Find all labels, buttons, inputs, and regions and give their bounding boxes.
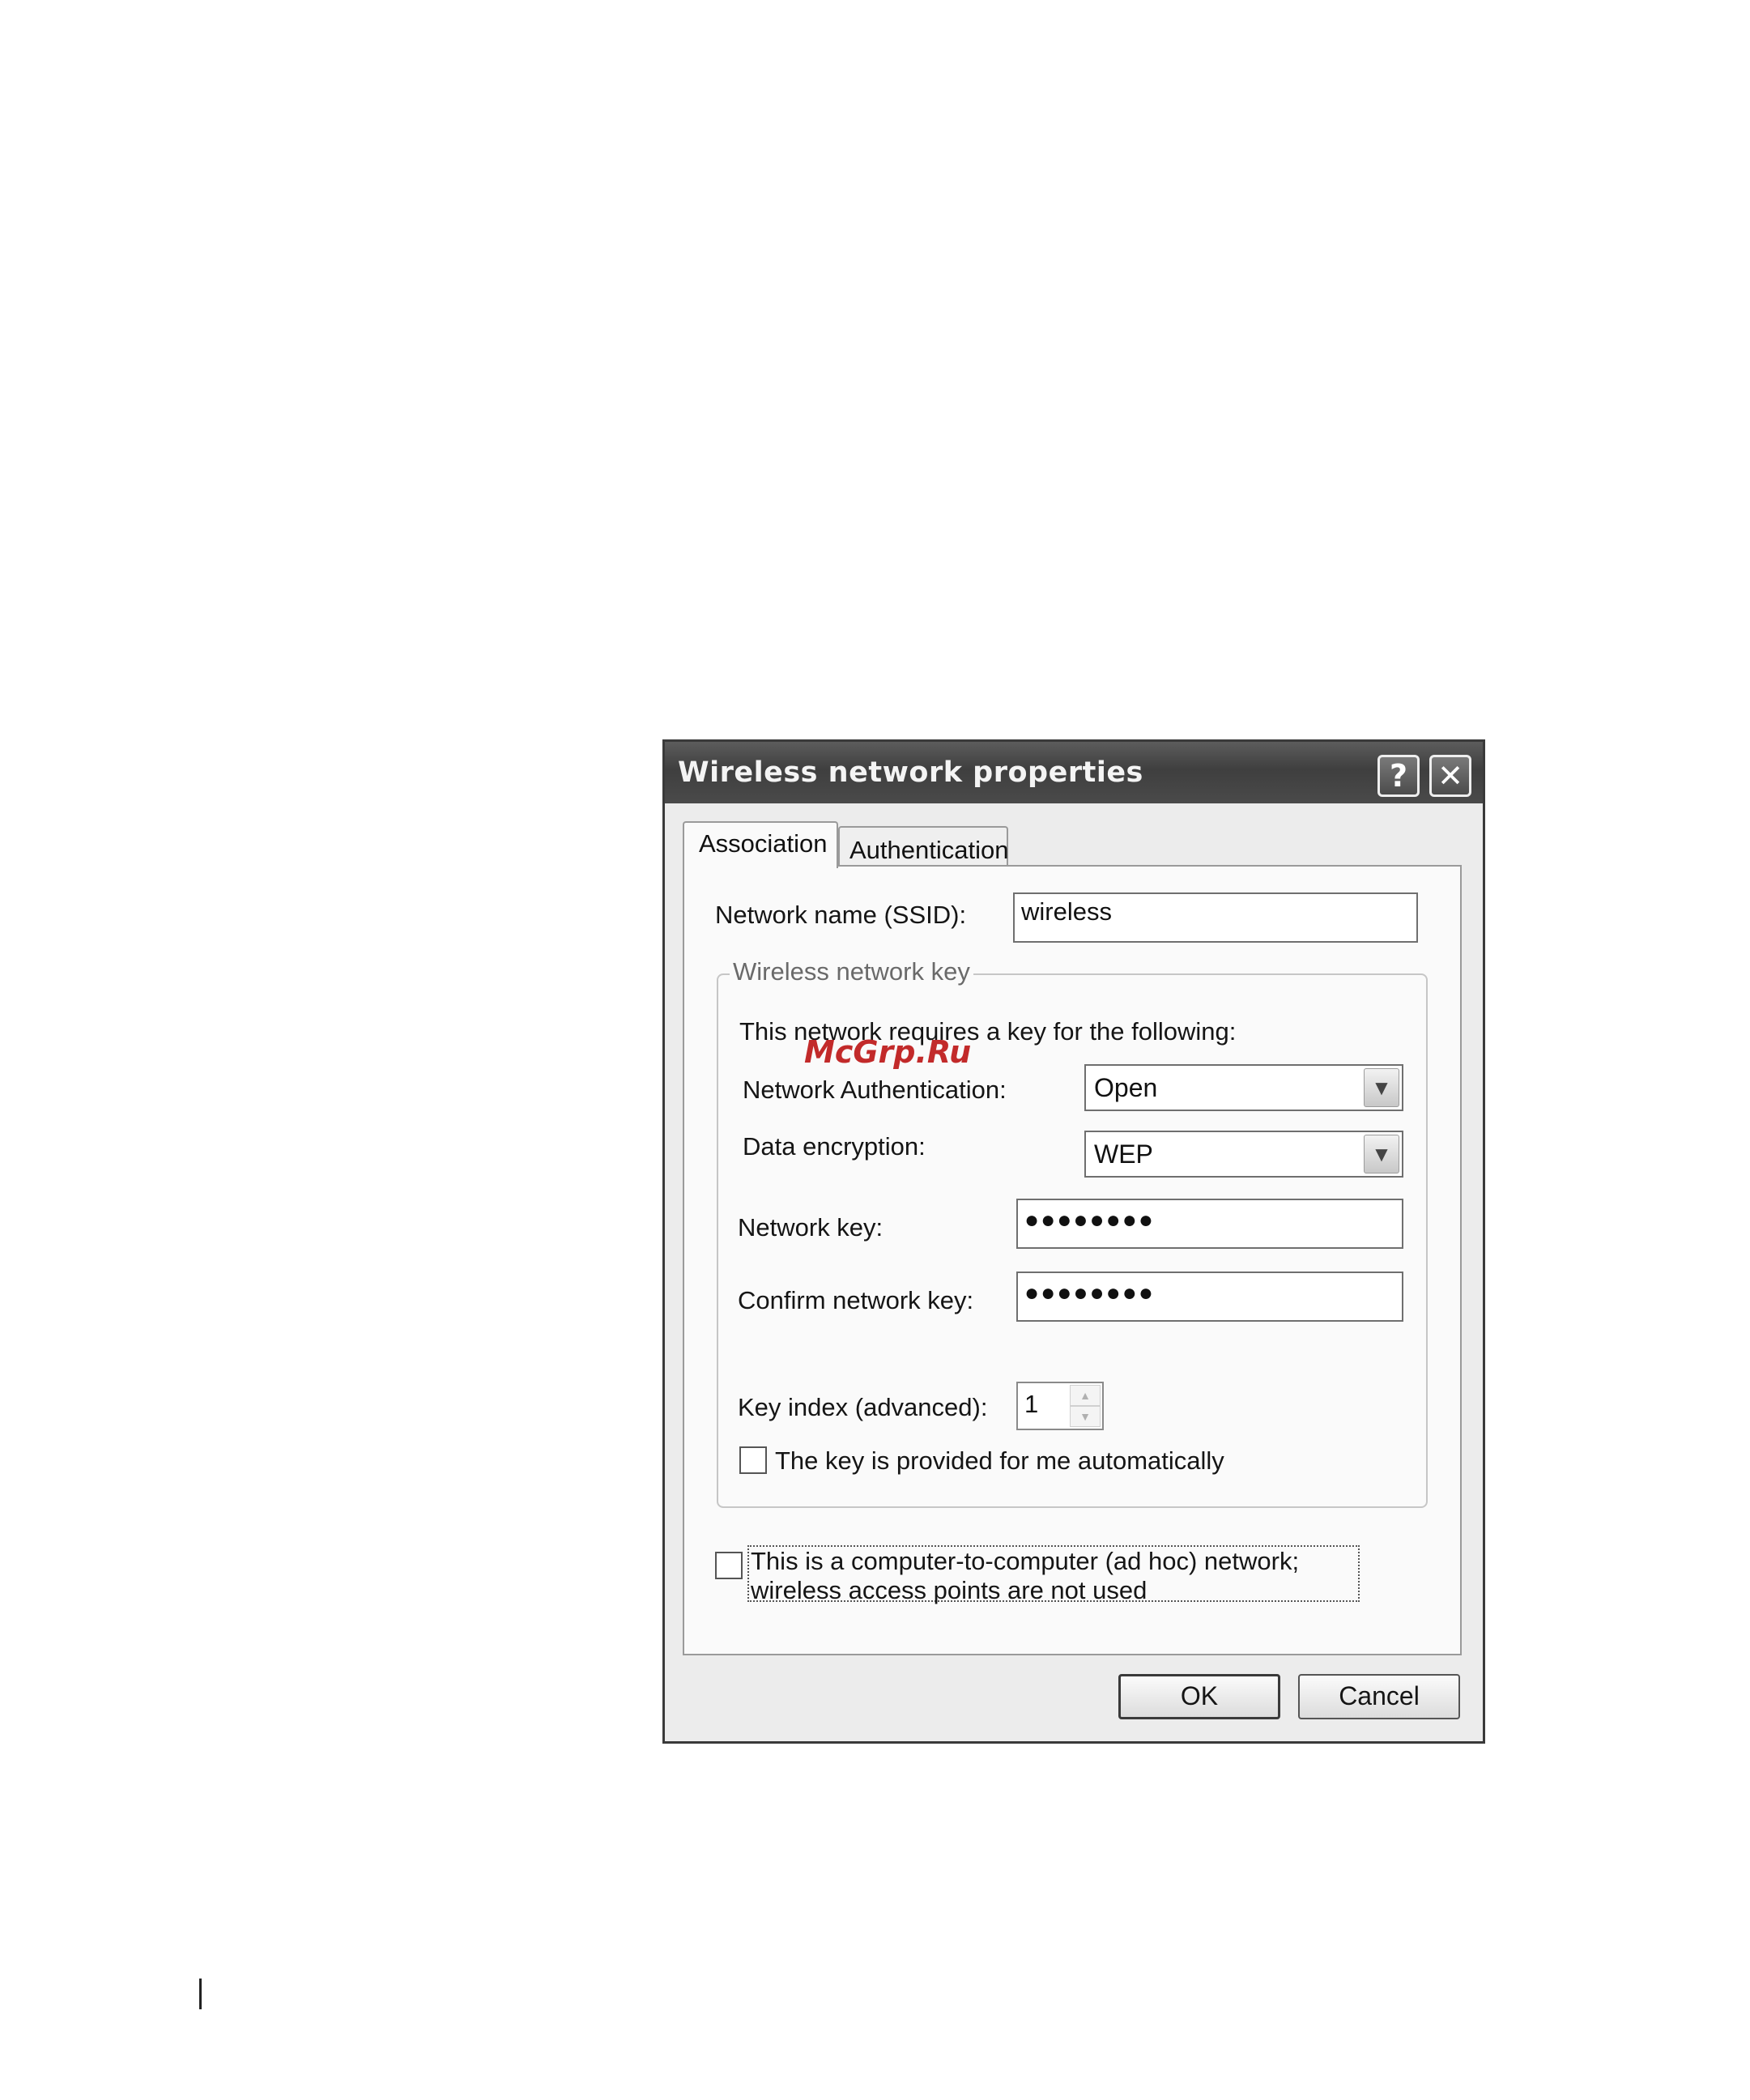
help-icon: ? (1389, 758, 1408, 794)
cancel-button-label: Cancel (1339, 1681, 1420, 1710)
ok-button-label: OK (1180, 1681, 1219, 1710)
ok-button[interactable]: OK (1118, 1674, 1280, 1719)
chevron-down-icon[interactable]: ▼ (1364, 1135, 1399, 1174)
watermark: McGrp.Ru (804, 1034, 972, 1070)
network-key-value: ●●●●●●●● (1024, 1207, 1155, 1233)
auto-key-checkbox[interactable] (739, 1446, 767, 1474)
association-panel: Network name (SSID): wireless Wireless n… (683, 865, 1462, 1655)
network-authentication-value: Open (1094, 1073, 1158, 1102)
data-encryption-label: Data encryption: (743, 1132, 926, 1161)
key-index-spinner[interactable]: 1 ▲ ▼ (1016, 1382, 1104, 1430)
adhoc-checkbox[interactable] (715, 1552, 743, 1579)
cancel-button[interactable]: Cancel (1298, 1674, 1460, 1719)
ssid-label: Network name (SSID): (715, 901, 967, 929)
key-index-label: Key index (advanced): (738, 1393, 988, 1421)
network-key-input[interactable]: ●●●●●●●● (1016, 1199, 1403, 1249)
confirm-network-key-input[interactable]: ●●●●●●●● (1016, 1272, 1403, 1322)
wireless-properties-dialog: Wireless network properties ? ✕ Associat… (662, 739, 1485, 1744)
auto-key-label: The key is provided for me automatically (775, 1446, 1224, 1475)
dialog-titlebar[interactable]: Wireless network properties ? ✕ (665, 742, 1483, 803)
adhoc-label: This is a computer-to-computer (ad hoc) … (747, 1545, 1360, 1604)
tab-association[interactable]: Association (683, 821, 838, 868)
close-icon: ✕ (1437, 758, 1463, 794)
data-encryption-value: WEP (1094, 1139, 1153, 1169)
network-key-label: Network key: (738, 1213, 884, 1242)
arrow-down-icon[interactable]: ▼ (1070, 1406, 1101, 1427)
network-authentication-select[interactable]: Open ▼ (1084, 1064, 1403, 1111)
group-title: Wireless network key (730, 957, 973, 986)
ssid-value: wireless (1021, 897, 1112, 926)
confirm-network-key-label: Confirm network key: (738, 1286, 974, 1314)
chevron-down-icon[interactable]: ▼ (1364, 1068, 1399, 1107)
ssid-input[interactable]: wireless (1013, 892, 1418, 943)
page-margin-rule (199, 1979, 202, 2009)
key-index-value: 1 (1024, 1390, 1039, 1418)
tab-association-label: Association (699, 829, 828, 858)
tab-authentication[interactable]: Authentication (838, 826, 1008, 868)
dialog-title: Wireless network properties (678, 756, 1143, 789)
help-button[interactable]: ? (1377, 755, 1420, 797)
tab-authentication-label: Authentication (849, 836, 1009, 864)
confirm-network-key-value: ●●●●●●●● (1024, 1280, 1155, 1306)
arrow-up-icon[interactable]: ▲ (1070, 1385, 1101, 1406)
data-encryption-select[interactable]: WEP ▼ (1084, 1131, 1403, 1178)
network-authentication-label: Network Authentication: (743, 1076, 1007, 1104)
close-button[interactable]: ✕ (1429, 755, 1471, 797)
